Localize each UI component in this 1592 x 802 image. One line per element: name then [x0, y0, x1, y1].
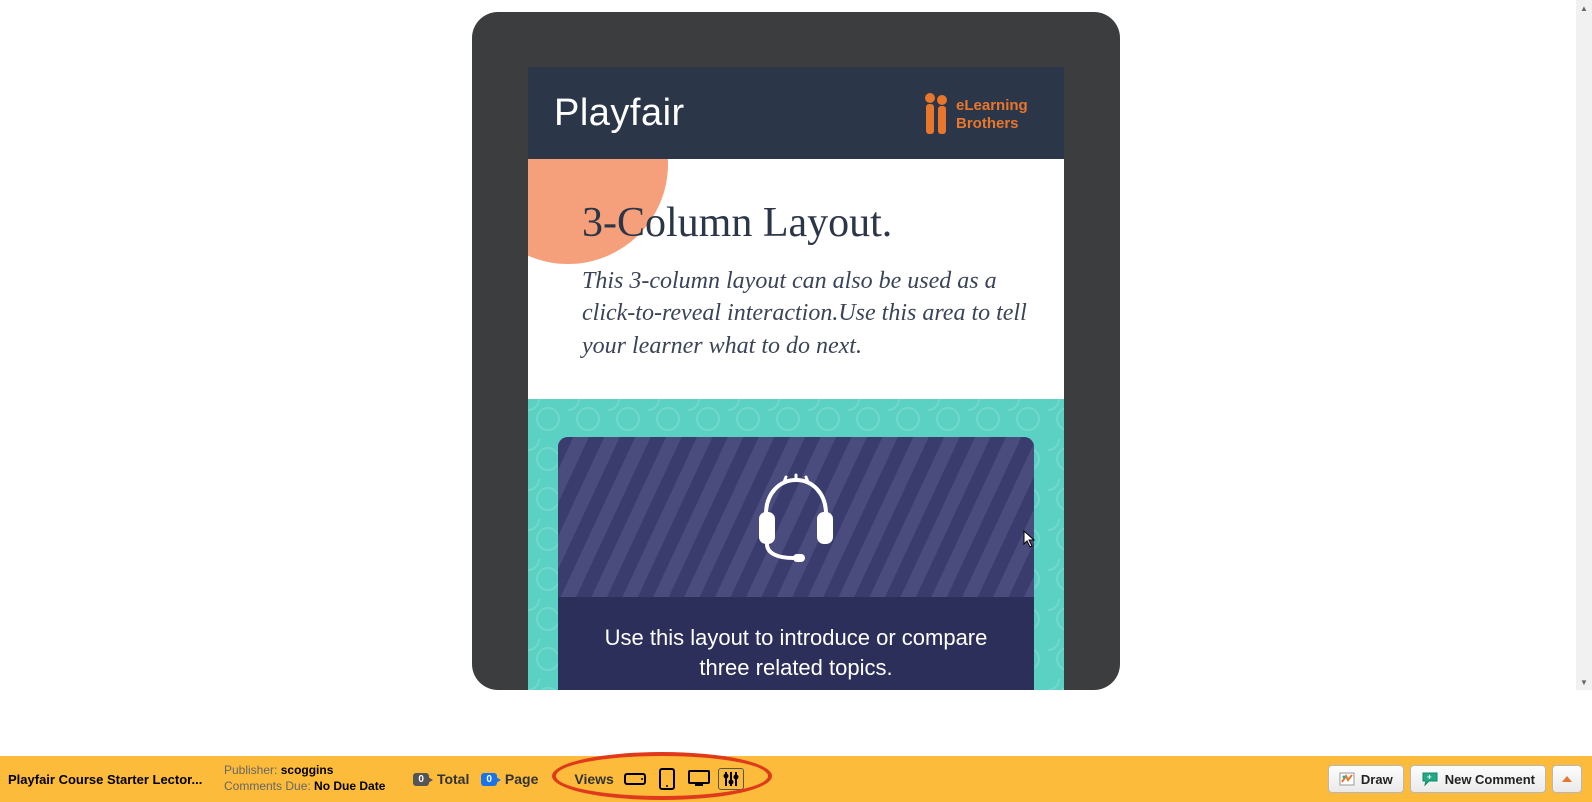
scroll-track[interactable]: [1576, 16, 1592, 674]
course-name: Playfair Course Starter Lector...: [6, 772, 206, 787]
page-count-badge: 0: [481, 773, 497, 786]
expand-up-icon: [1561, 774, 1573, 784]
publisher-label: Publisher:: [224, 763, 277, 777]
comments-due-value: No Due Date: [314, 779, 385, 793]
toolbar-right: Draw + New Comment: [1328, 765, 1586, 793]
new-comment-button[interactable]: + New Comment: [1410, 765, 1546, 793]
page-label: Page: [505, 771, 538, 787]
draw-icon: [1339, 772, 1355, 786]
total-label: Total: [437, 771, 469, 787]
column-card[interactable]: Use this layout to introduce or compare …: [558, 437, 1034, 690]
svg-text:eLearning: eLearning: [956, 97, 1028, 114]
comment-counts: 0 Total 0 Page: [413, 771, 546, 787]
review-toolbar: Playfair Course Starter Lector... Publis…: [0, 756, 1592, 802]
desktop-icon: [687, 770, 711, 788]
scroll-up-icon[interactable]: ▲: [1576, 0, 1592, 16]
device-screen[interactable]: Playfair eLearning Brothers: [528, 67, 1064, 690]
views-group: Views: [566, 764, 763, 794]
page-scrollbar[interactable]: ▲ ▼: [1576, 0, 1592, 690]
expand-panel-button[interactable]: [1552, 765, 1582, 793]
scroll-down-icon[interactable]: ▼: [1576, 674, 1592, 690]
columns-section: Use this layout to introduce or compare …: [528, 399, 1064, 690]
sliders-icon: [722, 770, 740, 788]
view-desktop-button[interactable]: [686, 768, 712, 790]
draw-button-label: Draw: [1361, 772, 1393, 787]
card-text: Use this layout to introduce or compare …: [558, 597, 1034, 690]
brand-logo: eLearning Brothers: [920, 82, 1040, 144]
view-tablet-button[interactable]: [654, 768, 680, 790]
view-phone-landscape-button[interactable]: [622, 768, 648, 790]
card-icon-area: [558, 437, 1034, 597]
total-count-badge: 0: [413, 773, 429, 786]
phone-landscape-icon: [624, 771, 646, 787]
views-label: Views: [574, 771, 613, 787]
course-main: 3-Column Layout. This 3-column layout ca…: [528, 159, 1064, 399]
preview-area: Playfair eLearning Brothers: [0, 0, 1592, 690]
course-header: Playfair eLearning Brothers: [528, 67, 1064, 159]
svg-text:Brothers: Brothers: [956, 115, 1019, 132]
view-settings-button[interactable]: [718, 768, 744, 790]
svg-text:+: +: [1427, 773, 1432, 782]
tablet-portrait-icon: [658, 768, 676, 790]
course-title: Playfair: [554, 92, 685, 135]
headset-icon: [749, 472, 843, 562]
page-subheading: This 3-column layout can also be used as…: [528, 247, 1064, 382]
tablet-device-frame: Playfair eLearning Brothers: [472, 12, 1120, 690]
draw-button[interactable]: Draw: [1328, 765, 1404, 793]
page-heading: 3-Column Layout.: [528, 159, 1064, 247]
comments-due-label: Comments Due:: [224, 779, 311, 793]
comment-icon: +: [1421, 772, 1439, 786]
publisher-value: scoggins: [281, 763, 334, 777]
course-meta: Publisher: scoggins Comments Due: No Due…: [224, 763, 385, 794]
new-comment-button-label: New Comment: [1445, 772, 1535, 787]
